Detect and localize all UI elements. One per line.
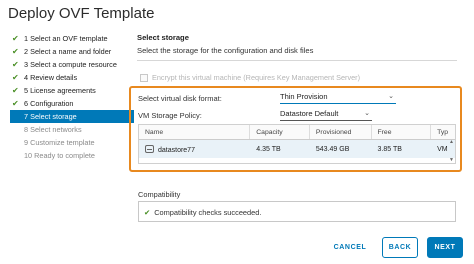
free-cell: 3.85 TB — [377, 145, 402, 153]
step-label: 7 Select storage — [24, 112, 77, 121]
step-ready-to-complete: 10 Ready to complete — [10, 149, 136, 162]
check-icon: ✔ — [144, 208, 151, 217]
step-label: 2 Select a name and folder — [24, 47, 112, 56]
step-label: 6 Configuration — [24, 99, 74, 108]
step-select-networks: 8 Select networks — [10, 123, 136, 136]
page-header: Select storage Select the storage for th… — [137, 33, 467, 55]
step-configuration[interactable]: ✔ 6 Configuration — [10, 97, 136, 110]
disk-format-select[interactable]: Thin Provision ⌄ — [280, 92, 396, 104]
datastore-name: datastore77 — [158, 146, 195, 154]
wizard-steps: ✔ 1 Select an OVF template ✔ 2 Select a na… — [10, 32, 136, 162]
next-button[interactable]: NEXT — [427, 237, 463, 258]
chevron-down-icon: ⌄ — [388, 93, 394, 100]
datastore-name-cell: datastore77 — [139, 144, 250, 154]
column-header-free[interactable]: Free — [372, 125, 432, 139]
disk-format-value: Thin Provision — [280, 92, 328, 101]
storage-policy-label: VM Storage Policy: — [138, 111, 202, 120]
scroll-up-icon[interactable]: ▲ — [449, 139, 454, 145]
compatibility-label: Compatibility — [138, 190, 181, 199]
check-icon: ✔ — [12, 47, 19, 56]
storage-policy-select[interactable]: Datastore Default ⌄ — [280, 109, 372, 121]
cancel-button[interactable]: CANCEL — [326, 237, 374, 258]
step-label: 3 Select a compute resource — [24, 60, 117, 69]
compatibility-message: Compatibility checks succeeded. — [154, 208, 262, 217]
check-icon: ✔ — [12, 34, 19, 43]
scroll-down-icon[interactable]: ▼ — [449, 157, 454, 163]
column-header-name[interactable]: Name — [139, 125, 251, 139]
check-icon: ✔ — [12, 86, 19, 95]
column-header-provisioned[interactable]: Provisioned — [310, 125, 372, 139]
step-label: 5 License agreements — [24, 86, 96, 95]
step-label: 1 Select an OVF template — [24, 34, 108, 43]
capacity-cell: 4.35 TB — [256, 145, 281, 153]
step-license-agreements[interactable]: ✔ 5 License agreements — [10, 84, 136, 97]
encrypt-checkbox — [140, 73, 148, 82]
encrypt-vm-option: Encrypt this virtual machine (Requires K… — [140, 73, 360, 82]
compatibility-box: ✔ Compatibility checks succeeded. — [138, 201, 456, 222]
chevron-down-icon: ⌄ — [364, 110, 370, 117]
step-customize-template: 9 Customize template — [10, 136, 136, 149]
step-select-storage[interactable]: 7 Select storage — [10, 110, 134, 123]
step-review-details[interactable]: ✔ 4 Review details — [10, 71, 136, 84]
step-label: 9 Customize template — [24, 138, 95, 147]
divider — [137, 60, 457, 61]
page-description: Select the storage for the configuration… — [137, 46, 314, 55]
check-icon: ✔ — [12, 60, 19, 69]
provisioned-cell: 543.49 GB — [315, 145, 350, 153]
table-row[interactable]: datastore77 4.35 TB 543.49 GB 3.85 TB VM — [139, 140, 455, 158]
back-button[interactable]: BACK — [382, 237, 418, 258]
step-label: 8 Select networks — [24, 125, 82, 134]
column-header-type[interactable]: Typ — [431, 125, 455, 139]
step-label: 4 Review details — [24, 73, 78, 82]
window-title: Deploy OVF Template — [8, 5, 155, 22]
step-select-name-folder[interactable]: ✔ 2 Select a name and folder — [10, 45, 136, 58]
column-header-capacity[interactable]: Capacity — [250, 125, 310, 139]
table-header: Name Capacity Provisioned Free Typ — [139, 125, 455, 140]
datastore-table: Name Capacity Provisioned Free Typ datas… — [138, 124, 456, 164]
encrypt-label: Encrypt this virtual machine (Requires K… — [152, 73, 361, 82]
step-label: 10 Ready to complete — [24, 151, 95, 160]
step-select-compute-resource[interactable]: ✔ 3 Select a compute resource — [10, 58, 136, 71]
check-icon: ✔ — [12, 99, 19, 108]
datastore-icon — [145, 144, 154, 153]
table-scrollbar[interactable]: ▲ ▼ — [449, 139, 455, 163]
step-select-ovf-template[interactable]: ✔ 1 Select an OVF template — [10, 32, 136, 45]
storage-policy-value: Datastore Default — [280, 109, 339, 118]
disk-format-label: Select virtual disk format: — [138, 94, 222, 103]
page-title: Select storage — [137, 33, 189, 42]
check-icon: ✔ — [12, 73, 19, 82]
